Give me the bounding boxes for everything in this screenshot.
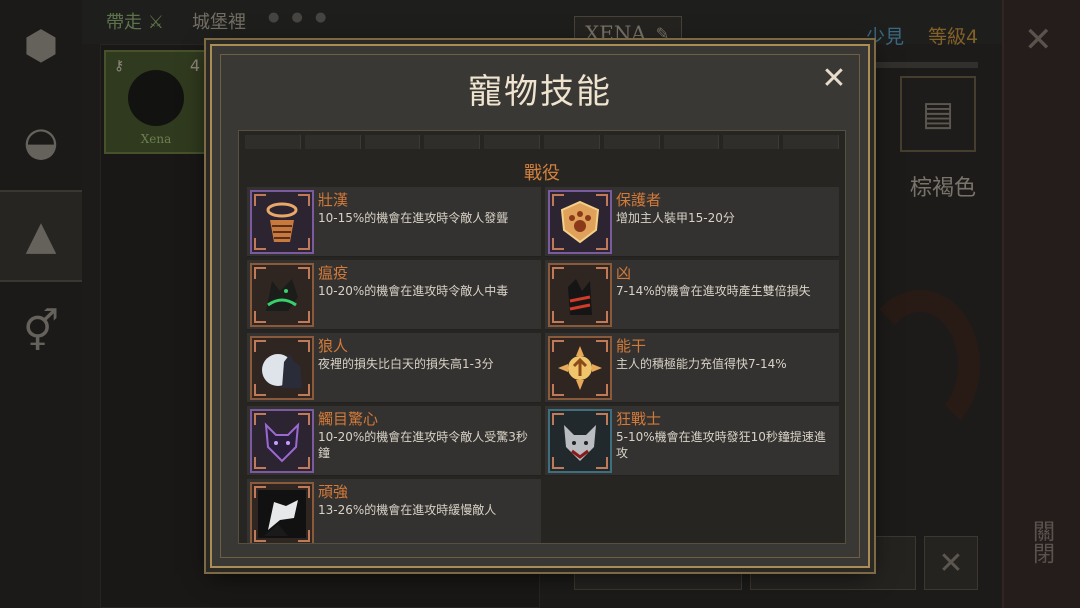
skill-name: 觸目驚心 bbox=[318, 410, 379, 428]
skill-item[interactable]: 狼人 夜裡的損失比白天的損失高1-3分 bbox=[247, 333, 541, 403]
protector-shield-icon bbox=[548, 190, 612, 254]
skill-name: 瘟疫 bbox=[318, 264, 349, 282]
skills-list[interactable]: 戰役 壯漢 10-15%的機會在進攻時令敵人發聾 保護者 增加主人裝甲15-20… bbox=[238, 130, 846, 544]
skill-name: 壯漢 bbox=[318, 191, 349, 209]
tenacious-wolf-icon bbox=[250, 482, 314, 543]
skill-desc: 10-15%的機會在進攻時令敵人發聾 bbox=[318, 211, 509, 225]
skill-desc: 5-10%機會在進攻時發狂10秒鐘提速進攻 bbox=[616, 430, 826, 460]
skill-name: 狼人 bbox=[318, 337, 349, 355]
skill-desc: 13-26%的機會在進攻時緩慢敵人 bbox=[318, 503, 497, 517]
skill-item[interactable]: 頑強 13-26%的機會在進攻時緩慢敵人 bbox=[247, 479, 541, 543]
modal-title: 寵物技能 bbox=[468, 72, 612, 112]
skill-name: 能干 bbox=[616, 337, 647, 355]
skill-name: 保護者 bbox=[616, 191, 662, 209]
skill-name: 狂戰士 bbox=[616, 410, 662, 428]
skill-name: 凶 bbox=[616, 264, 632, 282]
section-title: 戰役 bbox=[524, 163, 560, 184]
skill-desc: 主人的積極能力充值得快7-14% bbox=[616, 357, 787, 371]
close-icon[interactable]: ✕ bbox=[818, 61, 850, 96]
plague-wolf-icon bbox=[250, 263, 314, 327]
pet-skills-modal: 寵物技能 ✕ 戰役 壯漢 10-15%的機會在進攻時令敵人發聾 保護者 增加主人… bbox=[210, 44, 870, 568]
skill-item[interactable]: 狂戰士 5-10%機會在進攻時發狂10秒鐘提速進攻 bbox=[545, 406, 839, 476]
skill-desc: 10-20%的機會在進攻時令敵人受驚3秒鐘 bbox=[318, 430, 528, 460]
skill-desc: 7-14%的機會在進攻時產生雙倍損失 bbox=[616, 284, 811, 298]
werewolf-moon-icon bbox=[250, 336, 314, 400]
list-header-strip bbox=[245, 135, 839, 149]
terrifying-wolf-icon bbox=[250, 409, 314, 473]
skill-item[interactable]: 瘟疫 10-20%的機會在進攻時令敵人中毒 bbox=[247, 260, 541, 330]
strongman-icon bbox=[250, 190, 314, 254]
skill-name: 頑強 bbox=[318, 483, 349, 501]
skill-desc: 增加主人裝甲15-20分 bbox=[616, 211, 735, 225]
capable-sun-icon bbox=[548, 336, 612, 400]
skill-item[interactable]: 壯漢 10-15%的機會在進攻時令敵人發聾 bbox=[247, 187, 541, 257]
skill-desc: 夜裡的損失比白天的損失高1-3分 bbox=[318, 357, 494, 371]
fierce-claw-icon bbox=[548, 263, 612, 327]
skill-item[interactable]: 觸目驚心 10-20%的機會在進攻時令敵人受驚3秒鐘 bbox=[247, 406, 541, 476]
skill-item[interactable]: 凶 7-14%的機會在進攻時產生雙倍損失 bbox=[545, 260, 839, 330]
skill-item[interactable]: 保護者 增加主人裝甲15-20分 bbox=[545, 187, 839, 257]
skill-item[interactable]: 能干 主人的積極能力充值得快7-14% bbox=[545, 333, 839, 403]
berserker-wolf-icon bbox=[548, 409, 612, 473]
skill-desc: 10-20%的機會在進攻時令敵人中毒 bbox=[318, 284, 509, 298]
